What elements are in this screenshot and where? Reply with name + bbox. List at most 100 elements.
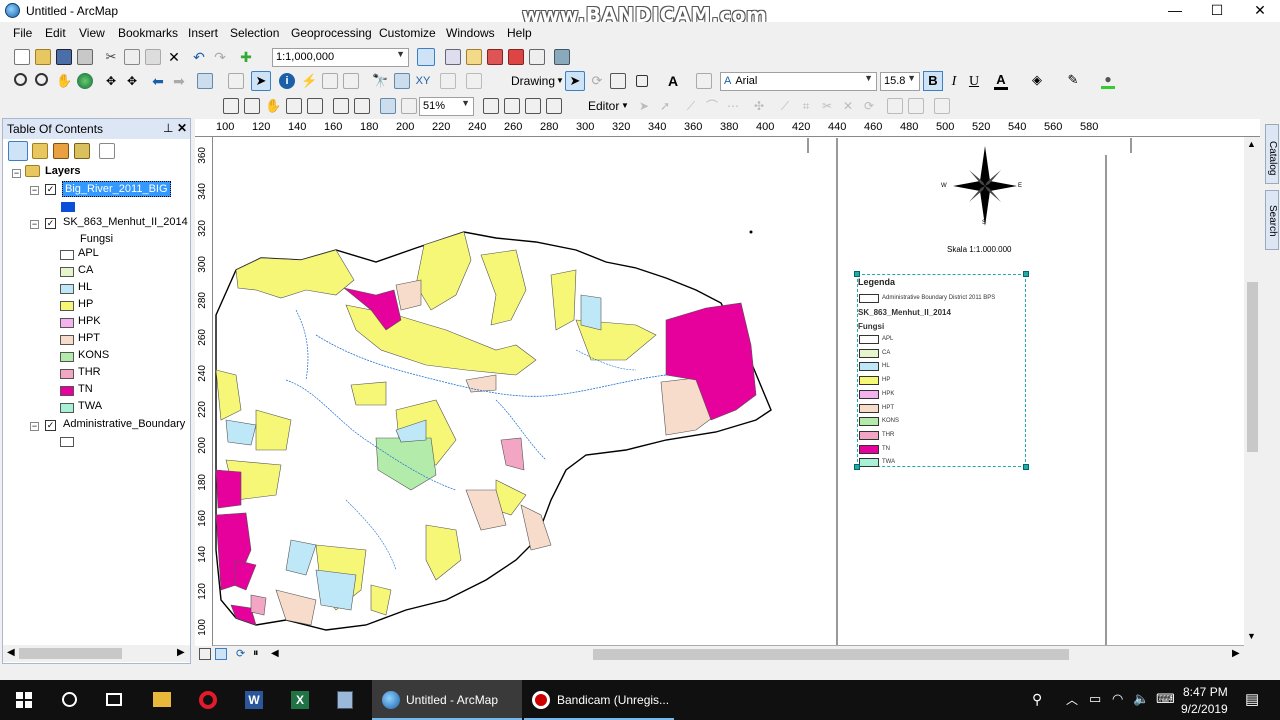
menu-view[interactable]: View: [79, 26, 105, 40]
text-icon[interactable]: A: [665, 73, 681, 89]
python-icon[interactable]: [508, 49, 524, 65]
trace-icon[interactable]: ⋯: [725, 98, 741, 114]
underline-button[interactable]: U: [967, 74, 981, 90]
sketch-properties-icon[interactable]: [908, 98, 924, 114]
list-by-drawing-order-icon[interactable]: [8, 141, 28, 161]
find-icon[interactable]: 🔭: [372, 73, 388, 89]
selection-handle[interactable]: [854, 271, 860, 277]
go-back-extent-icon[interactable]: [380, 98, 396, 114]
input-language-icon[interactable]: ⌨: [1156, 691, 1175, 707]
list-by-selection-icon[interactable]: [74, 143, 90, 159]
cut-polygons-icon[interactable]: ✂: [819, 98, 835, 114]
delete-icon[interactable]: ✕: [166, 49, 182, 65]
taskbar-arcmap[interactable]: Untitled - ArcMap: [372, 680, 522, 720]
collapse-layer-icon[interactable]: −: [30, 422, 39, 431]
end-point-arc-icon[interactable]: ⌒: [704, 98, 720, 114]
rotate-icon[interactable]: ⟳: [589, 73, 605, 89]
change-layout-icon[interactable]: [525, 98, 541, 114]
pan-icon[interactable]: ✋: [56, 73, 72, 89]
menu-help[interactable]: Help: [507, 26, 532, 40]
edit-tool-icon[interactable]: ➤: [636, 98, 652, 114]
search-cortana-icon[interactable]: [48, 680, 92, 720]
vertical-scrollbar[interactable]: ▲ ▼: [1244, 137, 1260, 646]
reshape-icon[interactable]: ⌗: [798, 98, 814, 114]
fill-color-icon[interactable]: ◈: [1030, 72, 1044, 88]
class-swatch[interactable]: [60, 267, 74, 277]
undo-icon[interactable]: ↶: [191, 49, 207, 65]
word-icon[interactable]: W: [232, 680, 276, 720]
focus-data-frame-icon[interactable]: [504, 98, 520, 114]
collapse-layer-icon[interactable]: −: [30, 220, 39, 229]
zoom-in-icon[interactable]: [14, 73, 27, 86]
create-viewer-icon[interactable]: [466, 73, 482, 89]
data-driven-pages-icon[interactable]: [546, 98, 562, 114]
paste-icon[interactable]: [145, 49, 161, 65]
fixed-zoom-out-layout-icon[interactable]: [354, 98, 370, 114]
zoom-out-icon[interactable]: [35, 73, 48, 86]
measure-icon[interactable]: [343, 73, 359, 89]
new-document-icon[interactable]: [14, 49, 30, 65]
full-extent-icon[interactable]: [77, 73, 93, 89]
file-explorer-icon[interactable]: [140, 680, 184, 720]
pin-icon[interactable]: ⊥: [163, 121, 173, 135]
layer-name[interactable]: SK_863_Menhut_II_2014: [63, 216, 188, 228]
model-builder-icon[interactable]: [529, 49, 545, 65]
toggle-draft-mode-icon[interactable]: [483, 98, 499, 114]
layout-pan-icon[interactable]: ✋: [265, 98, 281, 114]
data-view-icon[interactable]: [199, 648, 211, 660]
minimize-button[interactable]: —: [1152, 0, 1198, 22]
scroll-right-icon[interactable]: ▶: [1232, 648, 1240, 659]
layout-zoom-in-icon[interactable]: [223, 98, 239, 114]
fixed-zoom-in-layout-icon[interactable]: [333, 98, 349, 114]
back-extent-icon[interactable]: ⬅: [150, 73, 166, 89]
layer-name[interactable]: Administrative_Boundary: [63, 418, 185, 430]
people-icon[interactable]: ⚲: [1032, 691, 1042, 708]
redo-icon[interactable]: ↷: [212, 49, 228, 65]
clear-selection-icon[interactable]: [228, 73, 244, 89]
collapse-layers-icon[interactable]: −: [12, 169, 21, 178]
edit-vertices-tool-icon[interactable]: ⟋: [777, 98, 793, 114]
toc-horizontal-scrollbar[interactable]: ◀ ▶: [3, 645, 190, 662]
selection-handle[interactable]: [854, 464, 860, 470]
maximize-button[interactable]: ☐: [1194, 0, 1240, 22]
cut-icon[interactable]: ✂: [103, 49, 119, 65]
search-window-icon[interactable]: [554, 49, 570, 65]
point-icon[interactable]: ✣: [751, 98, 767, 114]
class-swatch[interactable]: [60, 318, 74, 328]
menu-selection[interactable]: Selection: [230, 26, 279, 40]
menu-insert[interactable]: Insert: [188, 26, 218, 40]
arcgis-app-icon[interactable]: [324, 680, 368, 720]
edit-vertices-icon[interactable]: [696, 73, 712, 89]
bold-button[interactable]: B: [923, 71, 943, 91]
search-tab[interactable]: Search: [1265, 190, 1279, 250]
opera-icon[interactable]: [186, 680, 230, 720]
battery-icon[interactable]: ▭: [1089, 691, 1101, 707]
select-features-icon[interactable]: [197, 73, 213, 89]
menu-windows[interactable]: Windows: [446, 26, 495, 40]
line-color-icon[interactable]: ✎: [1066, 72, 1080, 88]
forward-extent-icon[interactable]: ➡: [171, 73, 187, 89]
layout-zoom-dropdown[interactable]: 51% ▼: [419, 97, 474, 116]
scroll-down-icon[interactable]: ▼: [1247, 631, 1256, 641]
drawing-menu[interactable]: Drawing: [511, 74, 555, 88]
toc-close-icon[interactable]: ✕: [177, 121, 187, 135]
layer-visibility-checkbox[interactable]: ✓: [45, 218, 56, 229]
go-forward-extent-icon[interactable]: [401, 98, 417, 114]
font-size-dropdown[interactable]: 15.8 ▼: [880, 72, 920, 91]
editor-menu[interactable]: Editor: [588, 99, 619, 113]
font-name-dropdown[interactable]: A Arial ▼: [720, 72, 877, 91]
notifications-icon[interactable]: ▤: [1245, 690, 1259, 708]
go-to-xy-icon[interactable]: XY: [415, 73, 431, 89]
find-route-icon[interactable]: [394, 73, 410, 89]
font-color-icon[interactable]: A: [994, 72, 1008, 90]
layout-zoom-out-icon[interactable]: [244, 98, 260, 114]
start-button[interactable]: [0, 680, 48, 720]
scroll-thumb[interactable]: [19, 648, 122, 659]
class-swatch[interactable]: [60, 250, 74, 260]
table-icon[interactable]: [445, 49, 461, 65]
class-swatch[interactable]: [60, 301, 74, 311]
class-swatch[interactable]: [60, 335, 74, 345]
menu-geoprocessing[interactable]: Geoprocessing: [291, 26, 372, 40]
class-swatch[interactable]: [60, 284, 74, 294]
zoom-to-selected-elements-icon[interactable]: [610, 73, 626, 89]
